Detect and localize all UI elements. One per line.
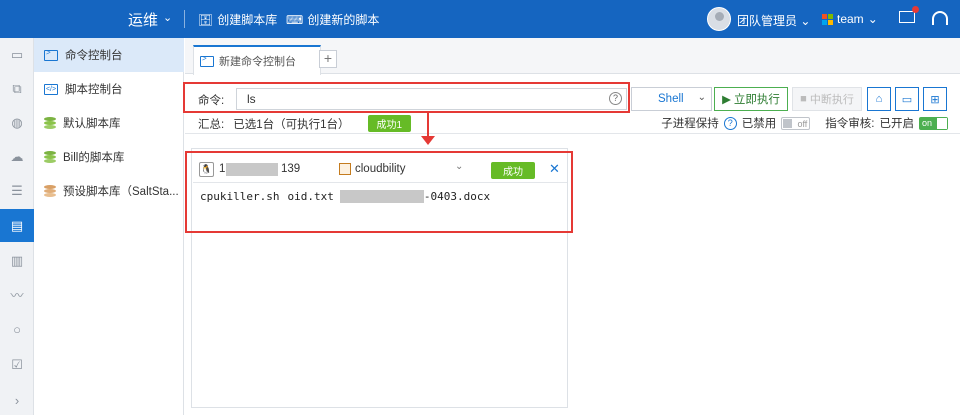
- chevron-down-icon[interactable]: ⌄: [163, 11, 172, 24]
- divider: [185, 133, 960, 134]
- highlight-box: [183, 82, 630, 113]
- create-new-script-button[interactable]: ⌨ 创建新的脚本: [286, 11, 379, 28]
- help-icon[interactable]: ?: [723, 116, 737, 130]
- script-icon: ⌨: [286, 12, 304, 27]
- sidebar-item-label: Bill的脚本库: [63, 152, 125, 164]
- stop-button[interactable]: ■ 中断执行: [792, 87, 862, 111]
- team-name: team: [837, 12, 864, 26]
- subprocess-label: 子进程保持: [661, 118, 719, 130]
- annotation-arrow: [427, 113, 429, 138]
- database-icon: [44, 184, 56, 198]
- shell-select[interactable]: Shell ⌄: [631, 87, 712, 111]
- audit-label: 指令审核:: [825, 118, 875, 130]
- topology-icon[interactable]: ⧉: [0, 72, 34, 105]
- options: 子进程保持 ? 已禁用 off 指令审核: 已开启 on: [661, 115, 948, 131]
- shell-value: Shell: [658, 93, 684, 105]
- sidebar-item-command-console[interactable]: 命令控制台: [34, 38, 184, 72]
- divider: [184, 10, 185, 28]
- avatar[interactable]: [707, 7, 731, 31]
- stop-icon: ■: [800, 93, 807, 105]
- create-new-script-label: 创建新的脚本: [307, 13, 380, 27]
- terminal-icon: [200, 54, 214, 67]
- sidebar-item-label: 预设脚本库（SaltSta...: [63, 186, 179, 198]
- code-icon: </>: [44, 83, 58, 95]
- tab-label: 新建命令控制台: [219, 56, 296, 68]
- add-tab-button[interactable]: +: [319, 50, 337, 68]
- subprocess-state: 已禁用: [741, 118, 777, 130]
- cloud-icon[interactable]: ☁: [0, 140, 34, 173]
- play-icon: ▶: [722, 94, 731, 106]
- tab-new-command-console[interactable]: 新建命令控制台: [193, 45, 321, 75]
- sidebar-item-script-console[interactable]: </> 脚本控制台: [34, 72, 184, 106]
- icon-rail: ▭ ⧉ ◍ ☁ ☰ ▤ ▥ 〰 ○ ☑ ›: [0, 38, 34, 415]
- sidebar-item-bill-lib[interactable]: Bill的脚本库: [34, 140, 184, 174]
- sidebar: 命令控制台 </> 脚本控制台 默认脚本库 Bill的脚本库 预设脚本库（Sal…: [34, 38, 184, 415]
- sidebar-item-preset-lib[interactable]: 预设脚本库（SaltSta...: [34, 174, 184, 208]
- database-icon: [44, 116, 56, 130]
- broom-icon[interactable]: ⌂: [867, 87, 891, 111]
- status-badge: 成功1: [367, 115, 412, 132]
- summary-label: 汇总:: [198, 118, 225, 131]
- database-icon: 🗄: [198, 12, 214, 27]
- audit-toggle[interactable]: on: [919, 116, 948, 130]
- create-script-lib-label: 创建脚本库: [217, 13, 278, 27]
- grid-icon[interactable]: ⊞: [923, 87, 947, 111]
- clipboard-icon[interactable]: ▤: [0, 209, 34, 242]
- highlight-box: [185, 151, 573, 233]
- team-menu[interactable]: team ⌄: [822, 12, 878, 26]
- sidebar-item-default-lib[interactable]: 默认脚本库: [34, 106, 184, 140]
- sidebar-item-label: 脚本控制台: [65, 84, 123, 96]
- subprocess-toggle[interactable]: off: [781, 116, 811, 130]
- search-icon[interactable]: ○: [0, 313, 34, 346]
- database-icon[interactable]: ◍: [0, 106, 34, 139]
- activity-icon[interactable]: 〰: [0, 278, 34, 311]
- app-title[interactable]: 运维: [128, 9, 158, 30]
- expand-icon[interactable]: ›: [0, 384, 34, 415]
- tab-bar: 新建命令控制台 +: [185, 38, 960, 75]
- terminal-icon: [44, 48, 58, 61]
- chevron-down-icon: ⌄: [697, 92, 706, 103]
- database-icon: [44, 150, 56, 164]
- run-label: 立即执行: [733, 94, 780, 106]
- summary: 汇总: 已选1台（可执行1台） 成功1: [198, 115, 412, 132]
- create-script-lib-button[interactable]: 🗄 创建脚本库: [198, 11, 277, 28]
- checklist-icon[interactable]: ☑: [0, 348, 34, 381]
- stop-label: 中断执行: [809, 94, 854, 106]
- clipboard-check-icon[interactable]: ▥: [0, 244, 34, 277]
- annotation-arrowhead: [421, 136, 435, 145]
- list-icon[interactable]: ☰: [0, 174, 34, 207]
- run-button[interactable]: ▶ 立即执行: [714, 87, 788, 111]
- user-menu[interactable]: 团队管理员 ⌄: [737, 12, 810, 29]
- team-icon: [822, 13, 833, 25]
- summary-text: 已选1台（可执行1台）: [233, 118, 350, 131]
- top-bar: 运维 ⌄ 🗄 创建脚本库 ⌨ 创建新的脚本 团队管理员 ⌄ team ⌄: [0, 0, 960, 38]
- monitor-icon[interactable]: ▭: [0, 38, 34, 71]
- mail-icon[interactable]: [899, 6, 919, 23]
- audit-state: 已开启: [879, 118, 915, 130]
- monitor-add-icon[interactable]: ▭: [895, 87, 919, 111]
- sidebar-item-label: 默认脚本库: [63, 118, 121, 130]
- user-name: 团队管理员: [737, 14, 798, 28]
- sidebar-item-label: 命令控制台: [65, 50, 123, 62]
- headset-icon[interactable]: [932, 11, 948, 25]
